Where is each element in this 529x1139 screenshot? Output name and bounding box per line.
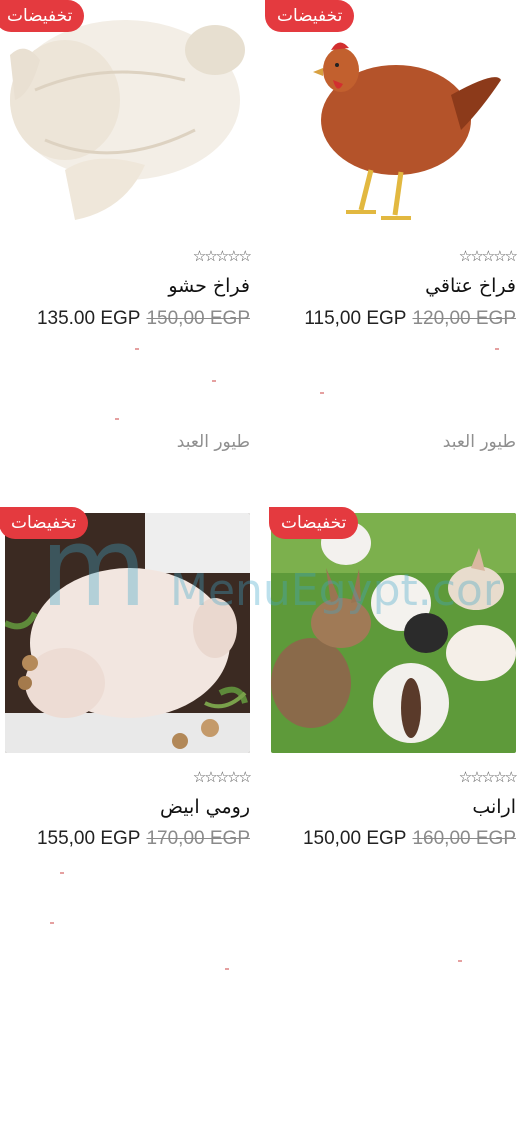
rating-stars: ☆☆☆☆☆ <box>458 768 518 786</box>
current-price: 135.00 EGP <box>36 308 141 329</box>
sale-badge: تخفيضات <box>269 507 359 539</box>
product-image-3[interactable] <box>271 513 516 753</box>
product-name[interactable]: فراخ حشو <box>168 275 250 297</box>
sale-badge: تخفيضات <box>265 0 355 32</box>
artifact-mark <box>50 922 54 924</box>
original-price: 150,00 EGP <box>146 308 250 329</box>
product-image-4[interactable] <box>5 513 250 753</box>
artifact-mark <box>135 348 139 350</box>
price-row: 135.00 EGP 150,00 EGP <box>37 308 250 330</box>
product-name[interactable]: فراخ عتاقي <box>425 275 516 297</box>
original-price: 170,00 EGP <box>146 828 250 849</box>
current-price: 115,00 EGP <box>304 308 407 329</box>
price-row: 115,00 EGP 120,00 EGP <box>304 308 516 330</box>
raw-turkey-icon <box>5 513 250 753</box>
original-price: 160,00 EGP <box>412 828 516 849</box>
rating-stars: ☆☆☆☆☆ <box>192 247 252 265</box>
artifact-mark <box>320 392 324 394</box>
artifact-mark <box>115 418 119 420</box>
artifact-mark <box>458 960 462 962</box>
sale-badge: تخفيضات <box>0 507 89 539</box>
product-image-1[interactable] <box>271 0 516 240</box>
vendor-name[interactable]: طيور العبد <box>443 432 516 452</box>
current-price: 155,00 EGP <box>36 828 141 849</box>
artifact-mark <box>225 968 229 970</box>
product-name[interactable]: ارانب <box>472 796 516 818</box>
rating-stars: ☆☆☆☆☆ <box>458 247 518 265</box>
current-price: 150,00 EGP <box>302 828 407 849</box>
price-row: 150,00 EGP 160,00 EGP <box>303 828 516 850</box>
rabbits-icon <box>271 513 516 753</box>
raw-chicken-icon <box>5 0 250 240</box>
rating-stars: ☆☆☆☆☆ <box>192 768 252 786</box>
artifact-mark <box>495 348 499 350</box>
original-price: 120,00 EGP <box>412 308 516 329</box>
price-row: 155,00 EGP 170,00 EGP <box>37 828 250 850</box>
artifact-mark <box>212 380 216 382</box>
product-image-2[interactable] <box>5 0 250 240</box>
vendor-name[interactable]: طيور العبد <box>177 432 250 452</box>
red-hen-icon <box>271 0 516 240</box>
artifact-mark <box>60 872 64 874</box>
sale-badge: تخفيضات <box>0 0 85 32</box>
product-name[interactable]: رومي ابيض <box>160 796 250 818</box>
